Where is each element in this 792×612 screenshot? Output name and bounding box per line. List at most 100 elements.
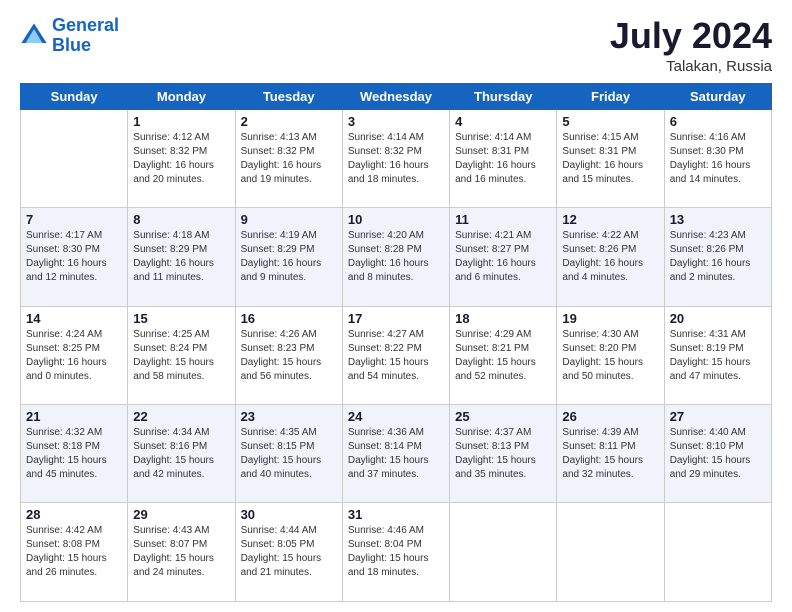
calendar-cell: 2 Sunrise: 4:13 AM Sunset: 8:32 PM Daylig… xyxy=(235,109,342,207)
day-number: 4 xyxy=(455,114,551,129)
logo-general: General xyxy=(52,15,119,35)
day-number: 12 xyxy=(562,212,658,227)
logo-text: General Blue xyxy=(52,16,119,56)
day-info: Sunrise: 4:23 AM Sunset: 8:26 PM Dayligh… xyxy=(670,229,766,285)
calendar-cell: 6 Sunrise: 4:16 AM Sunset: 8:30 PM Daylig… xyxy=(664,109,771,207)
day-number: 15 xyxy=(133,311,229,326)
day-number: 18 xyxy=(455,311,551,326)
day-info: Sunrise: 4:14 AM Sunset: 8:31 PM Dayligh… xyxy=(455,131,551,187)
calendar-cell xyxy=(557,503,664,602)
day-info: Sunrise: 4:34 AM Sunset: 8:16 PM Dayligh… xyxy=(133,426,229,482)
calendar-cell: 10 Sunrise: 4:20 AM Sunset: 8:28 PM Dayli… xyxy=(342,208,449,306)
calendar-cell: 1Sunrise: 4:12 AM Sunset: 8:32 PM Daylig… xyxy=(128,109,235,207)
day-info: Sunrise: 4:30 AM Sunset: 8:20 PM Dayligh… xyxy=(562,328,658,384)
day-number: 5 xyxy=(562,114,658,129)
day-number: 22 xyxy=(133,409,229,424)
calendar-cell: 16 Sunrise: 4:26 AM Sunset: 8:23 PM Dayli… xyxy=(235,306,342,404)
day-number: 14 xyxy=(26,311,122,326)
calendar-cell: 28 Sunrise: 4:42 AM Sunset: 8:08 PM Dayli… xyxy=(21,503,128,602)
day-info: Sunrise: 4:35 AM Sunset: 8:15 PM Dayligh… xyxy=(241,426,337,482)
day-info: Sunrise: 4:14 AM Sunset: 8:32 PM Dayligh… xyxy=(348,131,444,187)
calendar-cell xyxy=(664,503,771,602)
calendar-cell: 31 Sunrise: 4:46 AM Sunset: 8:04 PM Dayli… xyxy=(342,503,449,602)
calendar-cell: 19Sunrise: 4:30 AM Sunset: 8:20 PM Dayli… xyxy=(557,306,664,404)
day-info: Sunrise: 4:13 AM Sunset: 8:32 PM Dayligh… xyxy=(241,131,337,187)
calendar-cell: 17Sunrise: 4:27 AM Sunset: 8:22 PM Dayli… xyxy=(342,306,449,404)
day-info: Sunrise: 4:46 AM Sunset: 8:04 PM Dayligh… xyxy=(348,524,444,580)
day-number: 25 xyxy=(455,409,551,424)
day-info: Sunrise: 4:20 AM Sunset: 8:28 PM Dayligh… xyxy=(348,229,444,285)
calendar-header-row: SundayMondayTuesdayWednesdayThursdayFrid… xyxy=(21,83,772,109)
day-number: 10 xyxy=(348,212,444,227)
day-info: Sunrise: 4:43 AM Sunset: 8:07 PM Dayligh… xyxy=(133,524,229,580)
day-info: Sunrise: 4:19 AM Sunset: 8:29 PM Dayligh… xyxy=(241,229,337,285)
logo-icon xyxy=(20,22,48,50)
day-number: 29 xyxy=(133,507,229,522)
day-info: Sunrise: 4:16 AM Sunset: 8:30 PM Dayligh… xyxy=(670,131,766,187)
calendar-cell: 12 Sunrise: 4:22 AM Sunset: 8:26 PM Dayli… xyxy=(557,208,664,306)
day-info: Sunrise: 4:32 AM Sunset: 8:18 PM Dayligh… xyxy=(26,426,122,482)
day-number: 9 xyxy=(241,212,337,227)
day-number: 27 xyxy=(670,409,766,424)
day-number: 31 xyxy=(348,507,444,522)
day-number: 17 xyxy=(348,311,444,326)
page: General Blue July 2024 Talakan, Russia S… xyxy=(0,0,792,612)
day-info: Sunrise: 4:25 AM Sunset: 8:24 PM Dayligh… xyxy=(133,328,229,384)
day-number: 28 xyxy=(26,507,122,522)
day-number: 7 xyxy=(26,212,122,227)
day-info: Sunrise: 4:36 AM Sunset: 8:14 PM Dayligh… xyxy=(348,426,444,482)
day-of-week-tuesday: Tuesday xyxy=(235,83,342,109)
day-number: 24 xyxy=(348,409,444,424)
calendar-cell: 7Sunrise: 4:17 AM Sunset: 8:30 PM Daylig… xyxy=(21,208,128,306)
calendar-cell: 11 Sunrise: 4:21 AM Sunset: 8:27 PM Dayli… xyxy=(450,208,557,306)
day-number: 1 xyxy=(133,114,229,129)
calendar-cell: 13 Sunrise: 4:23 AM Sunset: 8:26 PM Dayli… xyxy=(664,208,771,306)
calendar-week-3: 14 Sunrise: 4:24 AM Sunset: 8:25 PM Dayli… xyxy=(21,306,772,404)
day-of-week-saturday: Saturday xyxy=(664,83,771,109)
day-info: Sunrise: 4:44 AM Sunset: 8:05 PM Dayligh… xyxy=(241,524,337,580)
day-number: 26 xyxy=(562,409,658,424)
calendar-week-2: 7Sunrise: 4:17 AM Sunset: 8:30 PM Daylig… xyxy=(21,208,772,306)
day-info: Sunrise: 4:18 AM Sunset: 8:29 PM Dayligh… xyxy=(133,229,229,285)
header: General Blue July 2024 Talakan, Russia xyxy=(20,16,772,75)
calendar-cell: 5 Sunrise: 4:15 AM Sunset: 8:31 PM Daylig… xyxy=(557,109,664,207)
day-info: Sunrise: 4:37 AM Sunset: 8:13 PM Dayligh… xyxy=(455,426,551,482)
day-number: 2 xyxy=(241,114,337,129)
day-info: Sunrise: 4:42 AM Sunset: 8:08 PM Dayligh… xyxy=(26,524,122,580)
calendar-cell: 25 Sunrise: 4:37 AM Sunset: 8:13 PM Dayli… xyxy=(450,405,557,503)
calendar-cell: 23 Sunrise: 4:35 AM Sunset: 8:15 PM Dayli… xyxy=(235,405,342,503)
day-info: Sunrise: 4:15 AM Sunset: 8:31 PM Dayligh… xyxy=(562,131,658,187)
day-number: 8 xyxy=(133,212,229,227)
calendar-cell: 26 Sunrise: 4:39 AM Sunset: 8:11 PM Dayli… xyxy=(557,405,664,503)
day-info: Sunrise: 4:21 AM Sunset: 8:27 PM Dayligh… xyxy=(455,229,551,285)
location: Talakan, Russia xyxy=(610,58,772,75)
day-of-week-sunday: Sunday xyxy=(21,83,128,109)
calendar-cell: 3 Sunrise: 4:14 AM Sunset: 8:32 PM Daylig… xyxy=(342,109,449,207)
calendar-week-1: 1Sunrise: 4:12 AM Sunset: 8:32 PM Daylig… xyxy=(21,109,772,207)
day-number: 6 xyxy=(670,114,766,129)
day-info: Sunrise: 4:40 AM Sunset: 8:10 PM Dayligh… xyxy=(670,426,766,482)
day-number: 21 xyxy=(26,409,122,424)
calendar-cell: 14 Sunrise: 4:24 AM Sunset: 8:25 PM Dayli… xyxy=(21,306,128,404)
day-info: Sunrise: 4:26 AM Sunset: 8:23 PM Dayligh… xyxy=(241,328,337,384)
calendar-cell: 4 Sunrise: 4:14 AM Sunset: 8:31 PM Daylig… xyxy=(450,109,557,207)
calendar-cell: 9 Sunrise: 4:19 AM Sunset: 8:29 PM Daylig… xyxy=(235,208,342,306)
calendar-cell xyxy=(450,503,557,602)
day-number: 11 xyxy=(455,212,551,227)
calendar-cell: 24 Sunrise: 4:36 AM Sunset: 8:14 PM Dayli… xyxy=(342,405,449,503)
day-info: Sunrise: 4:24 AM Sunset: 8:25 PM Dayligh… xyxy=(26,328,122,384)
day-number: 23 xyxy=(241,409,337,424)
calendar-cell: 8 Sunrise: 4:18 AM Sunset: 8:29 PM Daylig… xyxy=(128,208,235,306)
calendar-cell: 30 Sunrise: 4:44 AM Sunset: 8:05 PM Dayli… xyxy=(235,503,342,602)
day-number: 16 xyxy=(241,311,337,326)
day-number: 13 xyxy=(670,212,766,227)
day-info: Sunrise: 4:22 AM Sunset: 8:26 PM Dayligh… xyxy=(562,229,658,285)
day-info: Sunrise: 4:31 AM Sunset: 8:19 PM Dayligh… xyxy=(670,328,766,384)
day-number: 3 xyxy=(348,114,444,129)
day-number: 30 xyxy=(241,507,337,522)
calendar-week-4: 21 Sunrise: 4:32 AM Sunset: 8:18 PM Dayli… xyxy=(21,405,772,503)
calendar-cell: 21 Sunrise: 4:32 AM Sunset: 8:18 PM Dayli… xyxy=(21,405,128,503)
calendar-cell: 18Sunrise: 4:29 AM Sunset: 8:21 PM Dayli… xyxy=(450,306,557,404)
calendar-cell: 15 Sunrise: 4:25 AM Sunset: 8:24 PM Dayli… xyxy=(128,306,235,404)
day-info: Sunrise: 4:39 AM Sunset: 8:11 PM Dayligh… xyxy=(562,426,658,482)
